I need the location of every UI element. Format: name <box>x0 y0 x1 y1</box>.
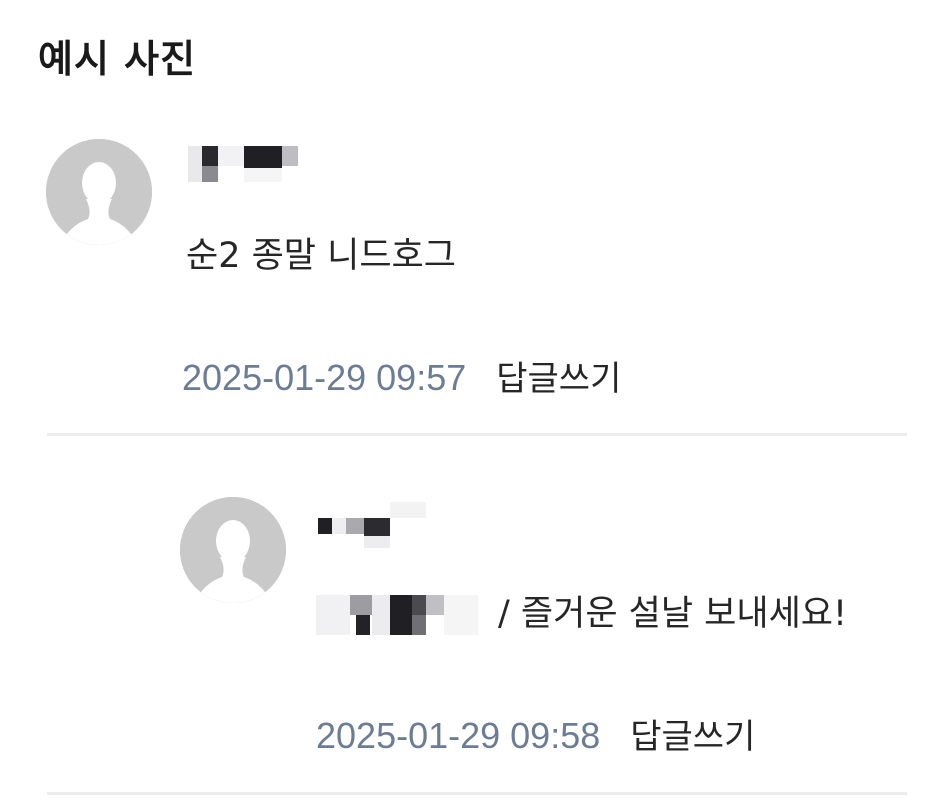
comment-timestamp: 2025-01-29 09:57 <box>182 357 467 398</box>
reply-button[interactable]: 답글쓰기 <box>630 717 755 757</box>
default-user-silhouette-icon <box>46 139 152 245</box>
redacted-text <box>316 593 494 637</box>
reply-timestamp: 2025-01-29 09:58 <box>316 715 601 756</box>
avatar[interactable] <box>180 497 286 603</box>
section-title: 예시 사진 <box>38 37 197 81</box>
comment-meta: 2025-01-29 09:57 답글쓰기 <box>182 356 621 401</box>
comment-text: 순2 종말 니드호그 <box>186 236 456 276</box>
reply-text-visible: / 즐거운 설날 보내세요! <box>498 594 847 634</box>
author-name-redacted <box>314 502 434 548</box>
reply-button[interactable]: 답글쓰기 <box>496 359 621 399</box>
divider <box>47 792 907 795</box>
reply-meta: 2025-01-29 09:58 답글쓰기 <box>316 714 755 759</box>
default-user-silhouette-icon <box>180 497 286 603</box>
reply-text: / 즐거운 설날 보내세요! <box>316 590 847 638</box>
author-name-redacted <box>186 142 306 186</box>
avatar[interactable] <box>46 139 152 245</box>
divider <box>47 433 907 436</box>
